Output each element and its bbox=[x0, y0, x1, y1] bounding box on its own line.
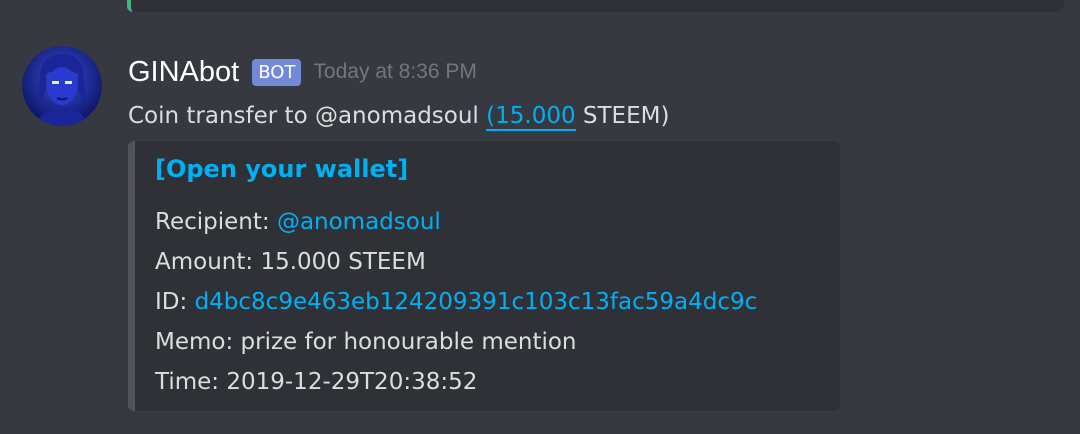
content-prefix: Coin transfer to @anomadsoul bbox=[128, 103, 487, 129]
amount-field: Amount: 15.000 STEEM bbox=[155, 249, 426, 275]
transaction-id-link[interactable]: d4bc8c9e463eb124209391c103c13fac59a4dc9c bbox=[195, 289, 758, 315]
transfer-embed: [Open your wallet] Recipient: @anomadsou… bbox=[128, 141, 840, 411]
content-suffix: STEEM) bbox=[575, 103, 670, 129]
time-field: Time: 2019-12-29T20:38:52 bbox=[155, 369, 478, 395]
id-label: ID: bbox=[155, 289, 195, 315]
message-content: Coin transfer to @anomadsoul (15.000 STE… bbox=[128, 99, 669, 133]
open-wallet-link[interactable]: [Open your wallet] bbox=[155, 155, 408, 183]
recipient-field: Recipient: @anomadsoul bbox=[155, 205, 441, 239]
avatar-image bbox=[22, 46, 102, 126]
avatar[interactable] bbox=[22, 46, 102, 126]
previous-embed-bottom bbox=[127, 0, 1064, 12]
memo-field: Memo: prize for honourable mention bbox=[155, 329, 577, 355]
recipient-link[interactable]: @anomadsoul bbox=[277, 209, 441, 235]
username[interactable]: GINAbot bbox=[128, 56, 239, 89]
message-header: GINAbot BOT Today at 8:36 PM bbox=[128, 52, 477, 92]
recipient-label: Recipient: bbox=[155, 209, 277, 235]
message-timestamp: Today at 8:36 PM bbox=[313, 60, 477, 83]
bot-tag: BOT bbox=[252, 58, 302, 86]
amount-link[interactable]: (15.000 bbox=[486, 103, 576, 131]
id-field: ID: d4bc8c9e463eb124209391c103c13fac59a4… bbox=[155, 285, 757, 319]
